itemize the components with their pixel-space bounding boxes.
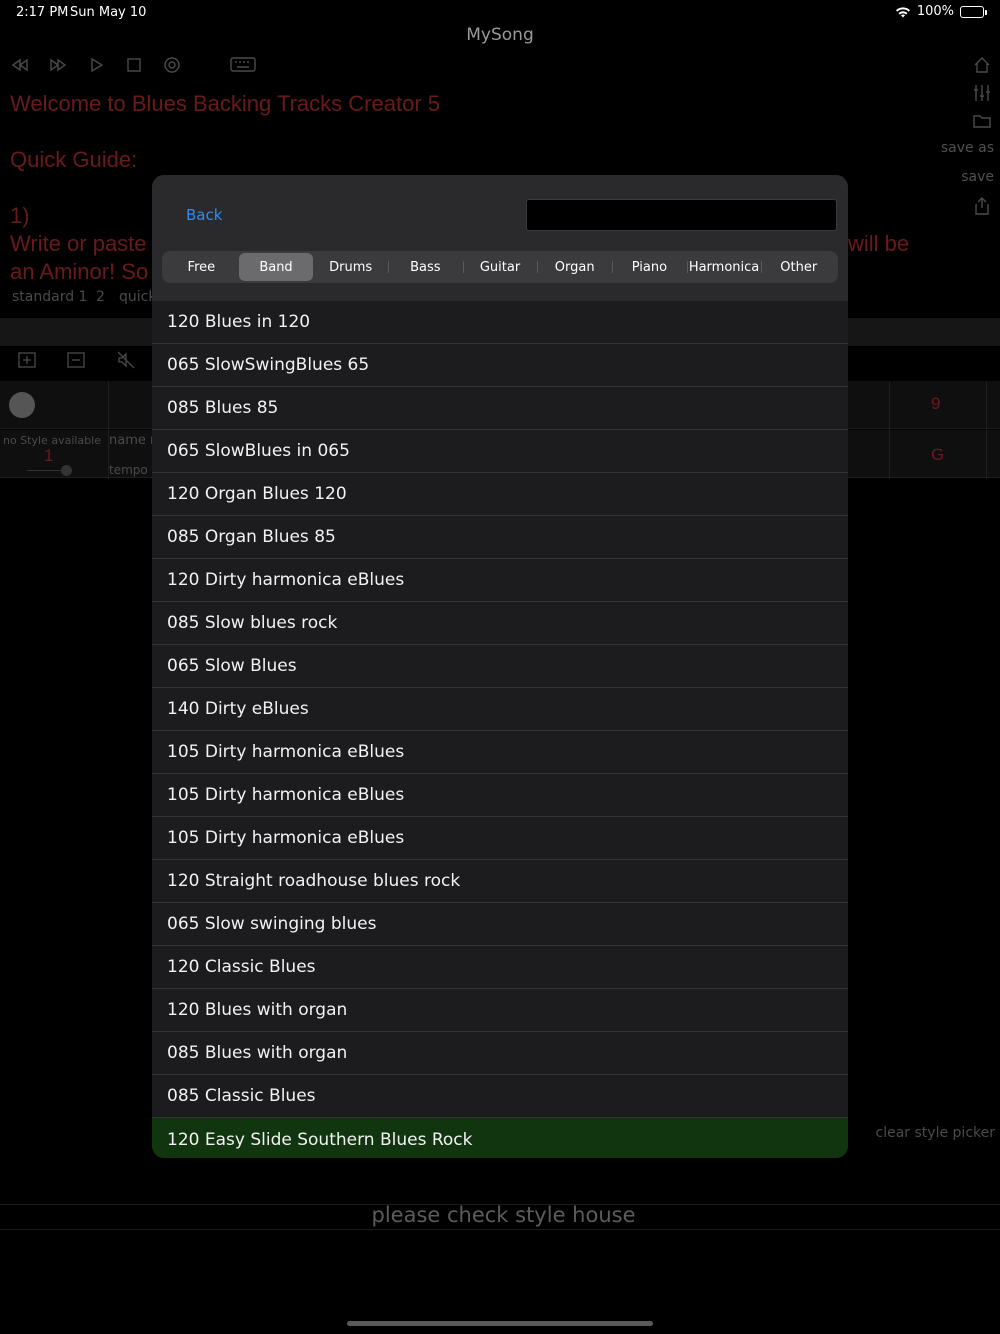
home-icon[interactable]: [972, 55, 992, 75]
back-button[interactable]: Back: [186, 206, 222, 224]
category-segmented-control: Free Band Drums Bass Guitar Organ Piano Harmoni…: [162, 251, 838, 283]
segment-free[interactable]: Free: [164, 253, 239, 281]
save-button[interactable]: save: [961, 169, 994, 185]
quick-tab[interactable]: quick: [119, 289, 156, 305]
segment-drums[interactable]: Drums: [313, 253, 388, 281]
style-list: 120 Blues in 120 065 SlowSwingBlues 65 085…: [152, 301, 848, 1158]
segment-harmonica[interactable]: Harmonica: [686, 253, 762, 281]
style-list-item[interactable]: 065 Slow Blues: [152, 645, 848, 688]
tempo-label: tempo r: [109, 463, 157, 477]
guide-text-aminor: an Aminor! So: [10, 259, 149, 284]
style-list-item[interactable]: 120 Straight roadhouse blues rock: [152, 860, 848, 903]
quick-guide-heading: Quick Guide:: [10, 147, 138, 172]
side-actions: [972, 55, 992, 131]
mixer-icon[interactable]: [972, 83, 992, 103]
remove-track-icon[interactable]: [66, 350, 86, 370]
save-as-button[interactable]: save as: [941, 140, 994, 156]
segment-organ[interactable]: Organ: [537, 253, 612, 281]
segment-bass[interactable]: Bass: [388, 253, 463, 281]
style-list-item[interactable]: 065 SlowSwingBlues 65: [152, 344, 848, 387]
transport-toolbar: [10, 55, 256, 75]
welcome-text: Welcome to Blues Backing Tracks Creator …: [10, 91, 440, 116]
name-label: name n: [109, 433, 159, 448]
play-icon[interactable]: [86, 55, 106, 75]
style-list-item[interactable]: 085 Classic Blues: [152, 1075, 848, 1118]
style-list-item[interactable]: 105 Dirty harmonica eBlues: [152, 774, 848, 817]
style-list-item[interactable]: 085 Slow blues rock: [152, 602, 848, 645]
chord-cell-bottom[interactable]: G: [931, 445, 944, 465]
style-list-item[interactable]: 085 Organ Blues 85: [152, 516, 848, 559]
style-list-item[interactable]: 140 Dirty eBlues: [152, 688, 848, 731]
chord-cell-top[interactable]: 9: [931, 394, 940, 414]
style-list-item[interactable]: 120 Blues in 120: [152, 301, 848, 344]
rewind-icon[interactable]: [10, 55, 30, 75]
home-indicator[interactable]: [347, 1321, 653, 1326]
bottom-message: please check style house: [371, 1203, 636, 1227]
segment-piano[interactable]: Piano: [612, 253, 687, 281]
standard-tab-2[interactable]: 2: [96, 289, 105, 305]
clear-style-picker-button[interactable]: clear style picker: [876, 1125, 995, 1141]
style-list-item[interactable]: 120 Blues with organ: [152, 989, 848, 1032]
mute-icon[interactable]: [116, 350, 136, 370]
stop-icon[interactable]: [124, 55, 144, 75]
keyboard-icon[interactable]: [230, 55, 256, 75]
style-list-item[interactable]: 065 SlowBlues in 065: [152, 430, 848, 473]
add-track-icon[interactable]: [17, 350, 37, 370]
segment-guitar[interactable]: Guitar: [462, 253, 538, 281]
track-slider-thumb[interactable]: [61, 465, 72, 476]
style-list-item[interactable]: 085 Blues with organ: [152, 1032, 848, 1075]
segment-other[interactable]: Other: [761, 253, 836, 281]
style-picker-modal: Back Free Band Drums Bass Guitar Organ Piano Ha…: [152, 175, 848, 1158]
standard-tab-1[interactable]: standard 1: [12, 289, 87, 305]
style-picker-header: Back Free Band Drums Bass Guitar Organ Piano Ha…: [152, 175, 848, 301]
style-list-item[interactable]: 120 Dirty harmonica eBlues: [152, 559, 848, 602]
style-list-item[interactable]: 120 Organ Blues 120: [152, 473, 848, 516]
guide-text-right: will be: [848, 231, 910, 256]
style-list-item[interactable]: 105 Dirty harmonica eBlues: [152, 817, 848, 860]
fast-forward-icon[interactable]: [48, 55, 68, 75]
folder-icon[interactable]: [972, 111, 992, 131]
search-input[interactable]: [526, 199, 837, 231]
style-list-item[interactable]: 085 Blues 85: [152, 387, 848, 430]
track-number: 1: [44, 446, 54, 465]
guide-text-left: Write or paste: [10, 231, 147, 256]
track-record-button[interactable]: [9, 392, 35, 418]
step-number: 1): [10, 203, 30, 228]
share-icon[interactable]: [972, 196, 992, 216]
segment-band[interactable]: Band: [238, 253, 314, 281]
style-list-item[interactable]: 105 Dirty harmonica eBlues: [152, 731, 848, 774]
style-list-item[interactable]: 065 Slow swinging blues: [152, 903, 848, 946]
style-list-item[interactable]: 120 Classic Blues: [152, 946, 848, 989]
style-list-item[interactable]: 120 Easy Slide Southern Blues Rock: [152, 1118, 848, 1158]
record-icon[interactable]: [162, 55, 182, 75]
